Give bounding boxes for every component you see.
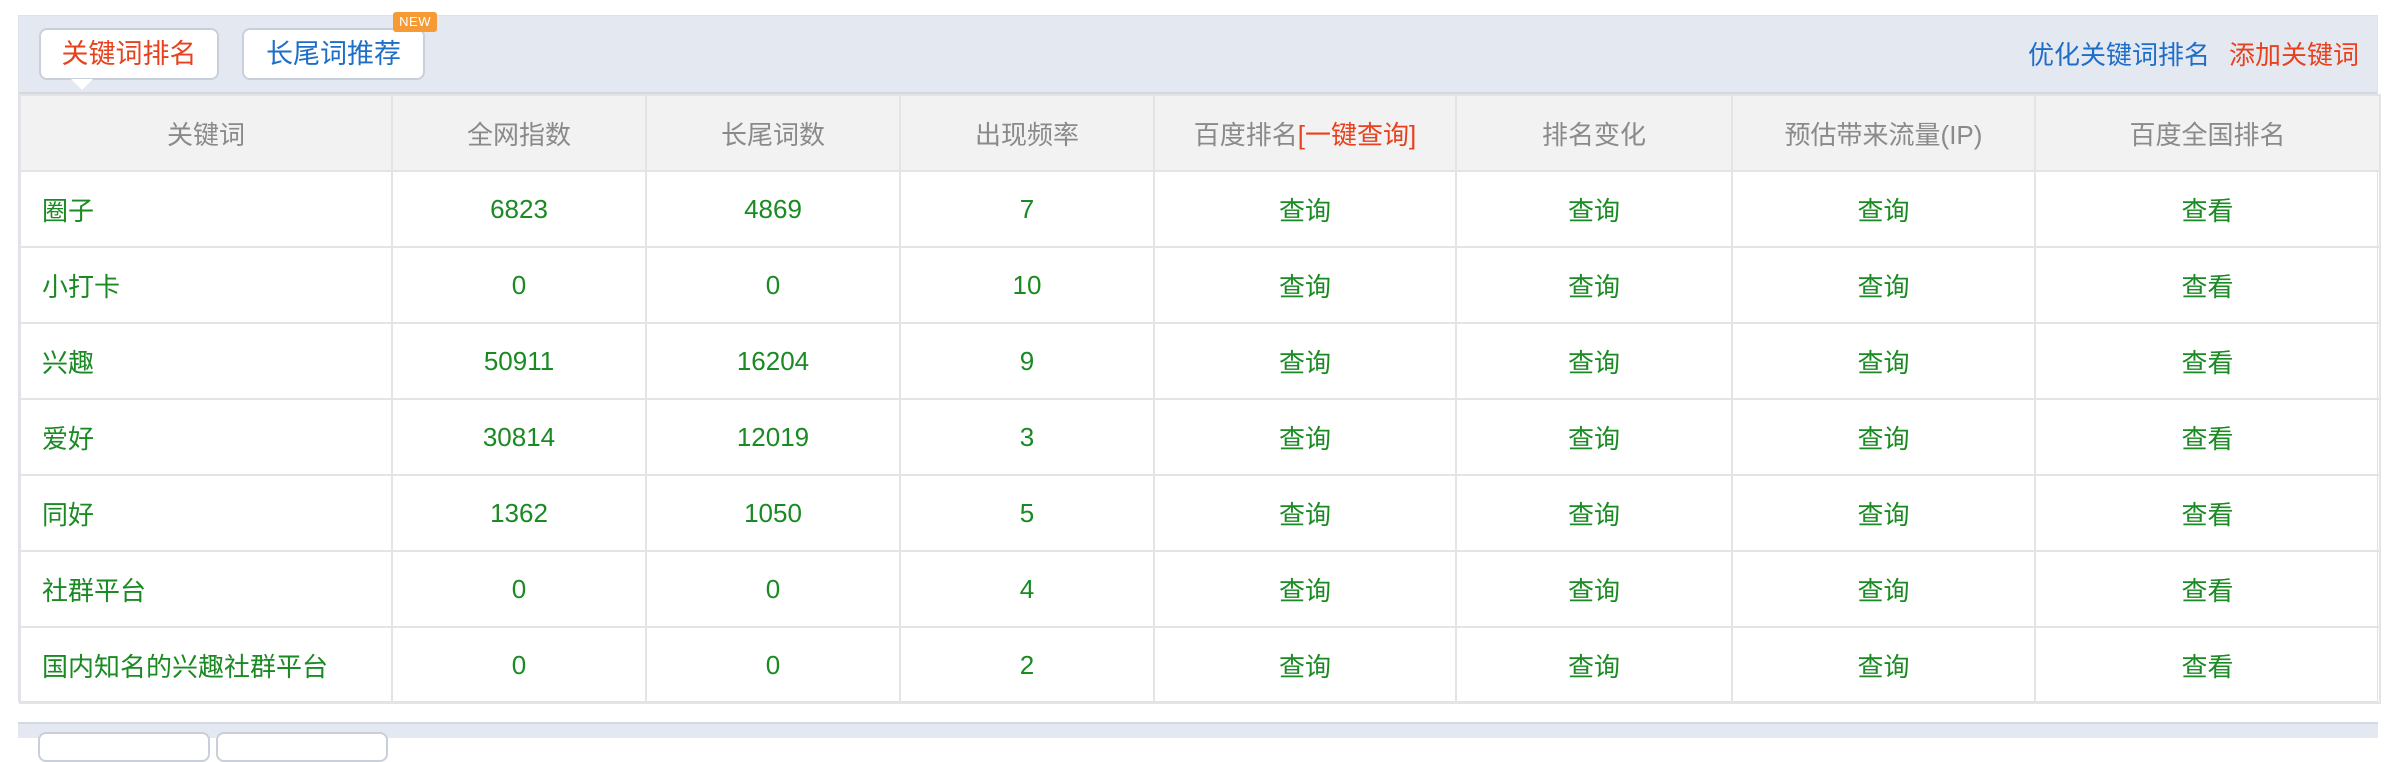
frequency-cell: 3 (899, 398, 1155, 476)
traffic-query-link[interactable]: 查询 (1731, 170, 2036, 248)
baidu-rank-query-link[interactable]: 查询 (1153, 170, 1457, 248)
keyword-cell: 同好 (19, 474, 393, 552)
tab-longtail-label: 长尾词推荐 (266, 39, 401, 69)
rank-change-query-link[interactable]: 查询 (1455, 322, 1733, 400)
optimize-keyword-rank-link[interactable]: 优化关键词排名 (2028, 38, 2210, 72)
rank-change-query-link[interactable]: 查询 (1455, 170, 1733, 248)
keyword-panel: 关键词排名 长尾词推荐 NEW 优化关键词排名 添加关键词 关键词 全网指数 长… (18, 12, 2381, 704)
traffic-query-link[interactable]: 查询 (1731, 474, 2036, 552)
frequency-cell: 10 (899, 246, 1155, 324)
header-rank-change: 排名变化 (1455, 94, 1733, 172)
table-row: 社群平台 0 0 4 查询 查询 查询 查看 (19, 550, 2381, 628)
longtail-cell: 0 (645, 626, 901, 704)
traffic-query-link[interactable]: 查询 (1731, 398, 2036, 476)
next-panel-tab-bar (18, 722, 2378, 762)
longtail-cell: 0 (645, 246, 901, 324)
baidu-rank-query-link[interactable]: 查询 (1153, 322, 1457, 400)
rank-change-query-link[interactable]: 查询 (1455, 550, 1733, 628)
quick-query-link[interactable]: [一键查询] (1298, 120, 1416, 150)
index-cell: 30814 (391, 398, 647, 476)
traffic-query-link[interactable]: 查询 (1731, 550, 2036, 628)
baidu-rank-query-link[interactable]: 查询 (1153, 550, 1457, 628)
header-frequency: 出现频率 (899, 94, 1155, 172)
keyword-cell: 爱好 (19, 398, 393, 476)
longtail-cell: 4869 (645, 170, 901, 248)
keyword-cell: 小打卡 (19, 246, 393, 324)
national-rank-view-link[interactable]: 查看 (2034, 170, 2381, 248)
next-panel-tab[interactable] (216, 732, 388, 762)
traffic-query-link[interactable]: 查询 (1731, 626, 2036, 704)
index-cell: 50911 (391, 322, 647, 400)
longtail-cell: 16204 (645, 322, 901, 400)
keyword-table: 关键词 全网指数 长尾词数 出现频率 百度排名[一键查询] 排名变化 预估带来流… (19, 94, 2381, 704)
keyword-cell: 社群平台 (19, 550, 393, 628)
header-index: 全网指数 (391, 94, 647, 172)
index-cell: 0 (391, 246, 647, 324)
tab-longtail-recommend[interactable]: 长尾词推荐 NEW (242, 12, 437, 80)
national-rank-view-link[interactable]: 查看 (2034, 626, 2381, 704)
table-row: 爱好 30814 12019 3 查询 查询 查询 查看 (19, 398, 2381, 476)
header-national-rank: 百度全国排名 (2034, 94, 2381, 172)
keyword-cell: 国内知名的兴趣社群平台 (19, 626, 393, 704)
baidu-rank-query-link[interactable]: 查询 (1153, 474, 1457, 552)
header-baidu-rank-label: 百度排名 (1193, 119, 1298, 150)
tab-keyword-rank[interactable]: 关键词排名 (39, 28, 219, 90)
rank-change-query-link[interactable]: 查询 (1455, 398, 1733, 476)
index-cell: 0 (391, 626, 647, 704)
header-keyword: 关键词 (19, 94, 393, 172)
national-rank-view-link[interactable]: 查看 (2034, 398, 2381, 476)
index-cell: 0 (391, 550, 647, 628)
keyword-cell: 兴趣 (19, 322, 393, 400)
baidu-rank-query-link[interactable]: 查询 (1153, 398, 1457, 476)
table-row: 国内知名的兴趣社群平台 0 0 2 查询 查询 查询 查看 (19, 626, 2381, 704)
frequency-cell: 9 (899, 322, 1155, 400)
index-cell: 6823 (391, 170, 647, 248)
add-keyword-link[interactable]: 添加关键词 (2229, 38, 2359, 72)
traffic-query-link[interactable]: 查询 (1731, 246, 2036, 324)
national-rank-view-link[interactable]: 查看 (2034, 550, 2381, 628)
longtail-cell: 1050 (645, 474, 901, 552)
rank-change-query-link[interactable]: 查询 (1455, 474, 1733, 552)
table-row: 圈子 6823 4869 7 查询 查询 查询 查看 (19, 170, 2381, 248)
national-rank-view-link[interactable]: 查看 (2034, 322, 2381, 400)
traffic-query-link[interactable]: 查询 (1731, 322, 2036, 400)
keyword-cell: 圈子 (19, 170, 393, 248)
frequency-cell: 7 (899, 170, 1155, 248)
header-traffic: 预估带来流量(IP) (1731, 94, 2036, 172)
table-header-row: 关键词 全网指数 长尾词数 出现频率 百度排名[一键查询] 排名变化 预估带来流… (19, 94, 2381, 172)
longtail-cell: 12019 (645, 398, 901, 476)
new-badge: NEW (393, 12, 437, 32)
frequency-cell: 2 (899, 626, 1155, 704)
rank-change-query-link[interactable]: 查询 (1455, 246, 1733, 324)
header-longtail: 长尾词数 (645, 94, 901, 172)
table-row: 兴趣 50911 16204 9 查询 查询 查询 查看 (19, 322, 2381, 400)
table-row: 同好 1362 1050 5 查询 查询 查询 查看 (19, 474, 2381, 552)
header-baidu-rank: 百度排名[一键查询] (1153, 94, 1457, 172)
tab-bar: 关键词排名 长尾词推荐 NEW 优化关键词排名 添加关键词 (19, 12, 2377, 94)
frequency-cell: 4 (899, 550, 1155, 628)
frequency-cell: 5 (899, 474, 1155, 552)
next-panel-tab[interactable] (38, 732, 210, 762)
baidu-rank-query-link[interactable]: 查询 (1153, 626, 1457, 704)
national-rank-view-link[interactable]: 查看 (2034, 474, 2381, 552)
index-cell: 1362 (391, 474, 647, 552)
rank-change-query-link[interactable]: 查询 (1455, 626, 1733, 704)
longtail-cell: 0 (645, 550, 901, 628)
national-rank-view-link[interactable]: 查看 (2034, 246, 2381, 324)
baidu-rank-query-link[interactable]: 查询 (1153, 246, 1457, 324)
table-row: 小打卡 0 0 10 查询 查询 查询 查看 (19, 246, 2381, 324)
